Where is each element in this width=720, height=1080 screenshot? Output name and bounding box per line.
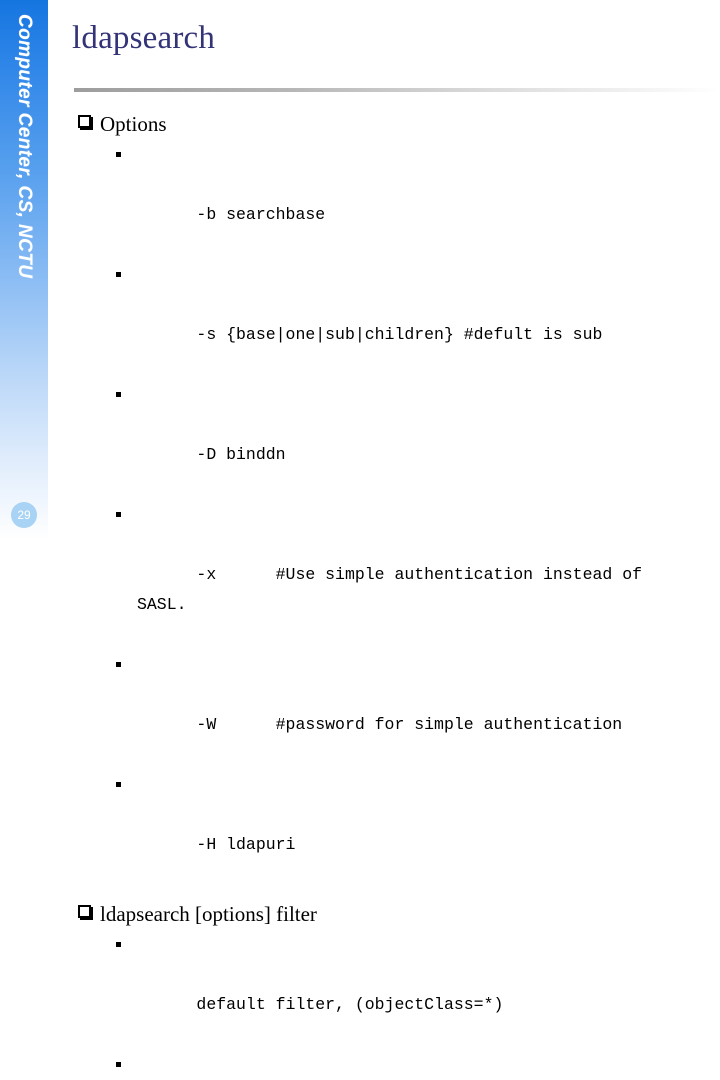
list-item-label: -W #password for simple authentication xyxy=(196,715,623,734)
list-item: -H ldapuri xyxy=(0,770,720,890)
list-item: ldapsearch -H ldap://ldap.na.nctucs.cc xyxy=(0,1050,720,1080)
list-item: -x #Use simple authentication instead of… xyxy=(0,500,720,650)
list-item-label: -s {base|one|sub|children} #defult is su… xyxy=(196,325,603,344)
square-bullet-icon xyxy=(116,152,121,157)
section-heading-ldapsearch-usage: ldapsearch [options] filter xyxy=(0,900,720,928)
list-item-label: -b searchbase xyxy=(196,205,326,224)
square-bullet-icon xyxy=(116,942,121,947)
list-item: -W #password for simple authentication xyxy=(0,650,720,770)
section-heading-label: Options xyxy=(100,112,167,136)
list-item: -b searchbase xyxy=(0,140,720,260)
square-bullet-icon xyxy=(116,782,121,787)
square-bullet-icon xyxy=(116,512,121,517)
square-bullet-icon xyxy=(116,392,121,397)
list-item: -D binddn xyxy=(0,380,720,500)
square-bullet-icon xyxy=(116,272,121,277)
list-item-label: -H ldapuri xyxy=(196,835,296,854)
hollow-square-bullet-icon xyxy=(78,905,91,918)
slide-body: Options -b searchbase -s {base|one|sub|c… xyxy=(0,110,720,1080)
list-item-label: -x #Use simple authentication instead of… xyxy=(137,565,652,614)
square-bullet-icon xyxy=(116,662,121,667)
list-item-label: -D binddn xyxy=(196,445,286,464)
slide-title: ldapsearch xyxy=(72,20,216,56)
list-item-label: default filter, (objectClass=*) xyxy=(196,995,504,1014)
section-heading-label: ldapsearch [options] filter xyxy=(100,902,317,926)
list-item: default filter, (objectClass=*) xyxy=(0,930,720,1050)
section-heading-options: Options xyxy=(0,110,720,138)
hollow-square-bullet-icon xyxy=(78,115,91,128)
list-item: -s {base|one|sub|children} #defult is su… xyxy=(0,260,720,380)
title-divider xyxy=(74,88,720,92)
slide-canvas: Computer Center, CS, NCTU 29 ldapsearch … xyxy=(0,0,720,1067)
square-bullet-icon xyxy=(116,1062,121,1067)
